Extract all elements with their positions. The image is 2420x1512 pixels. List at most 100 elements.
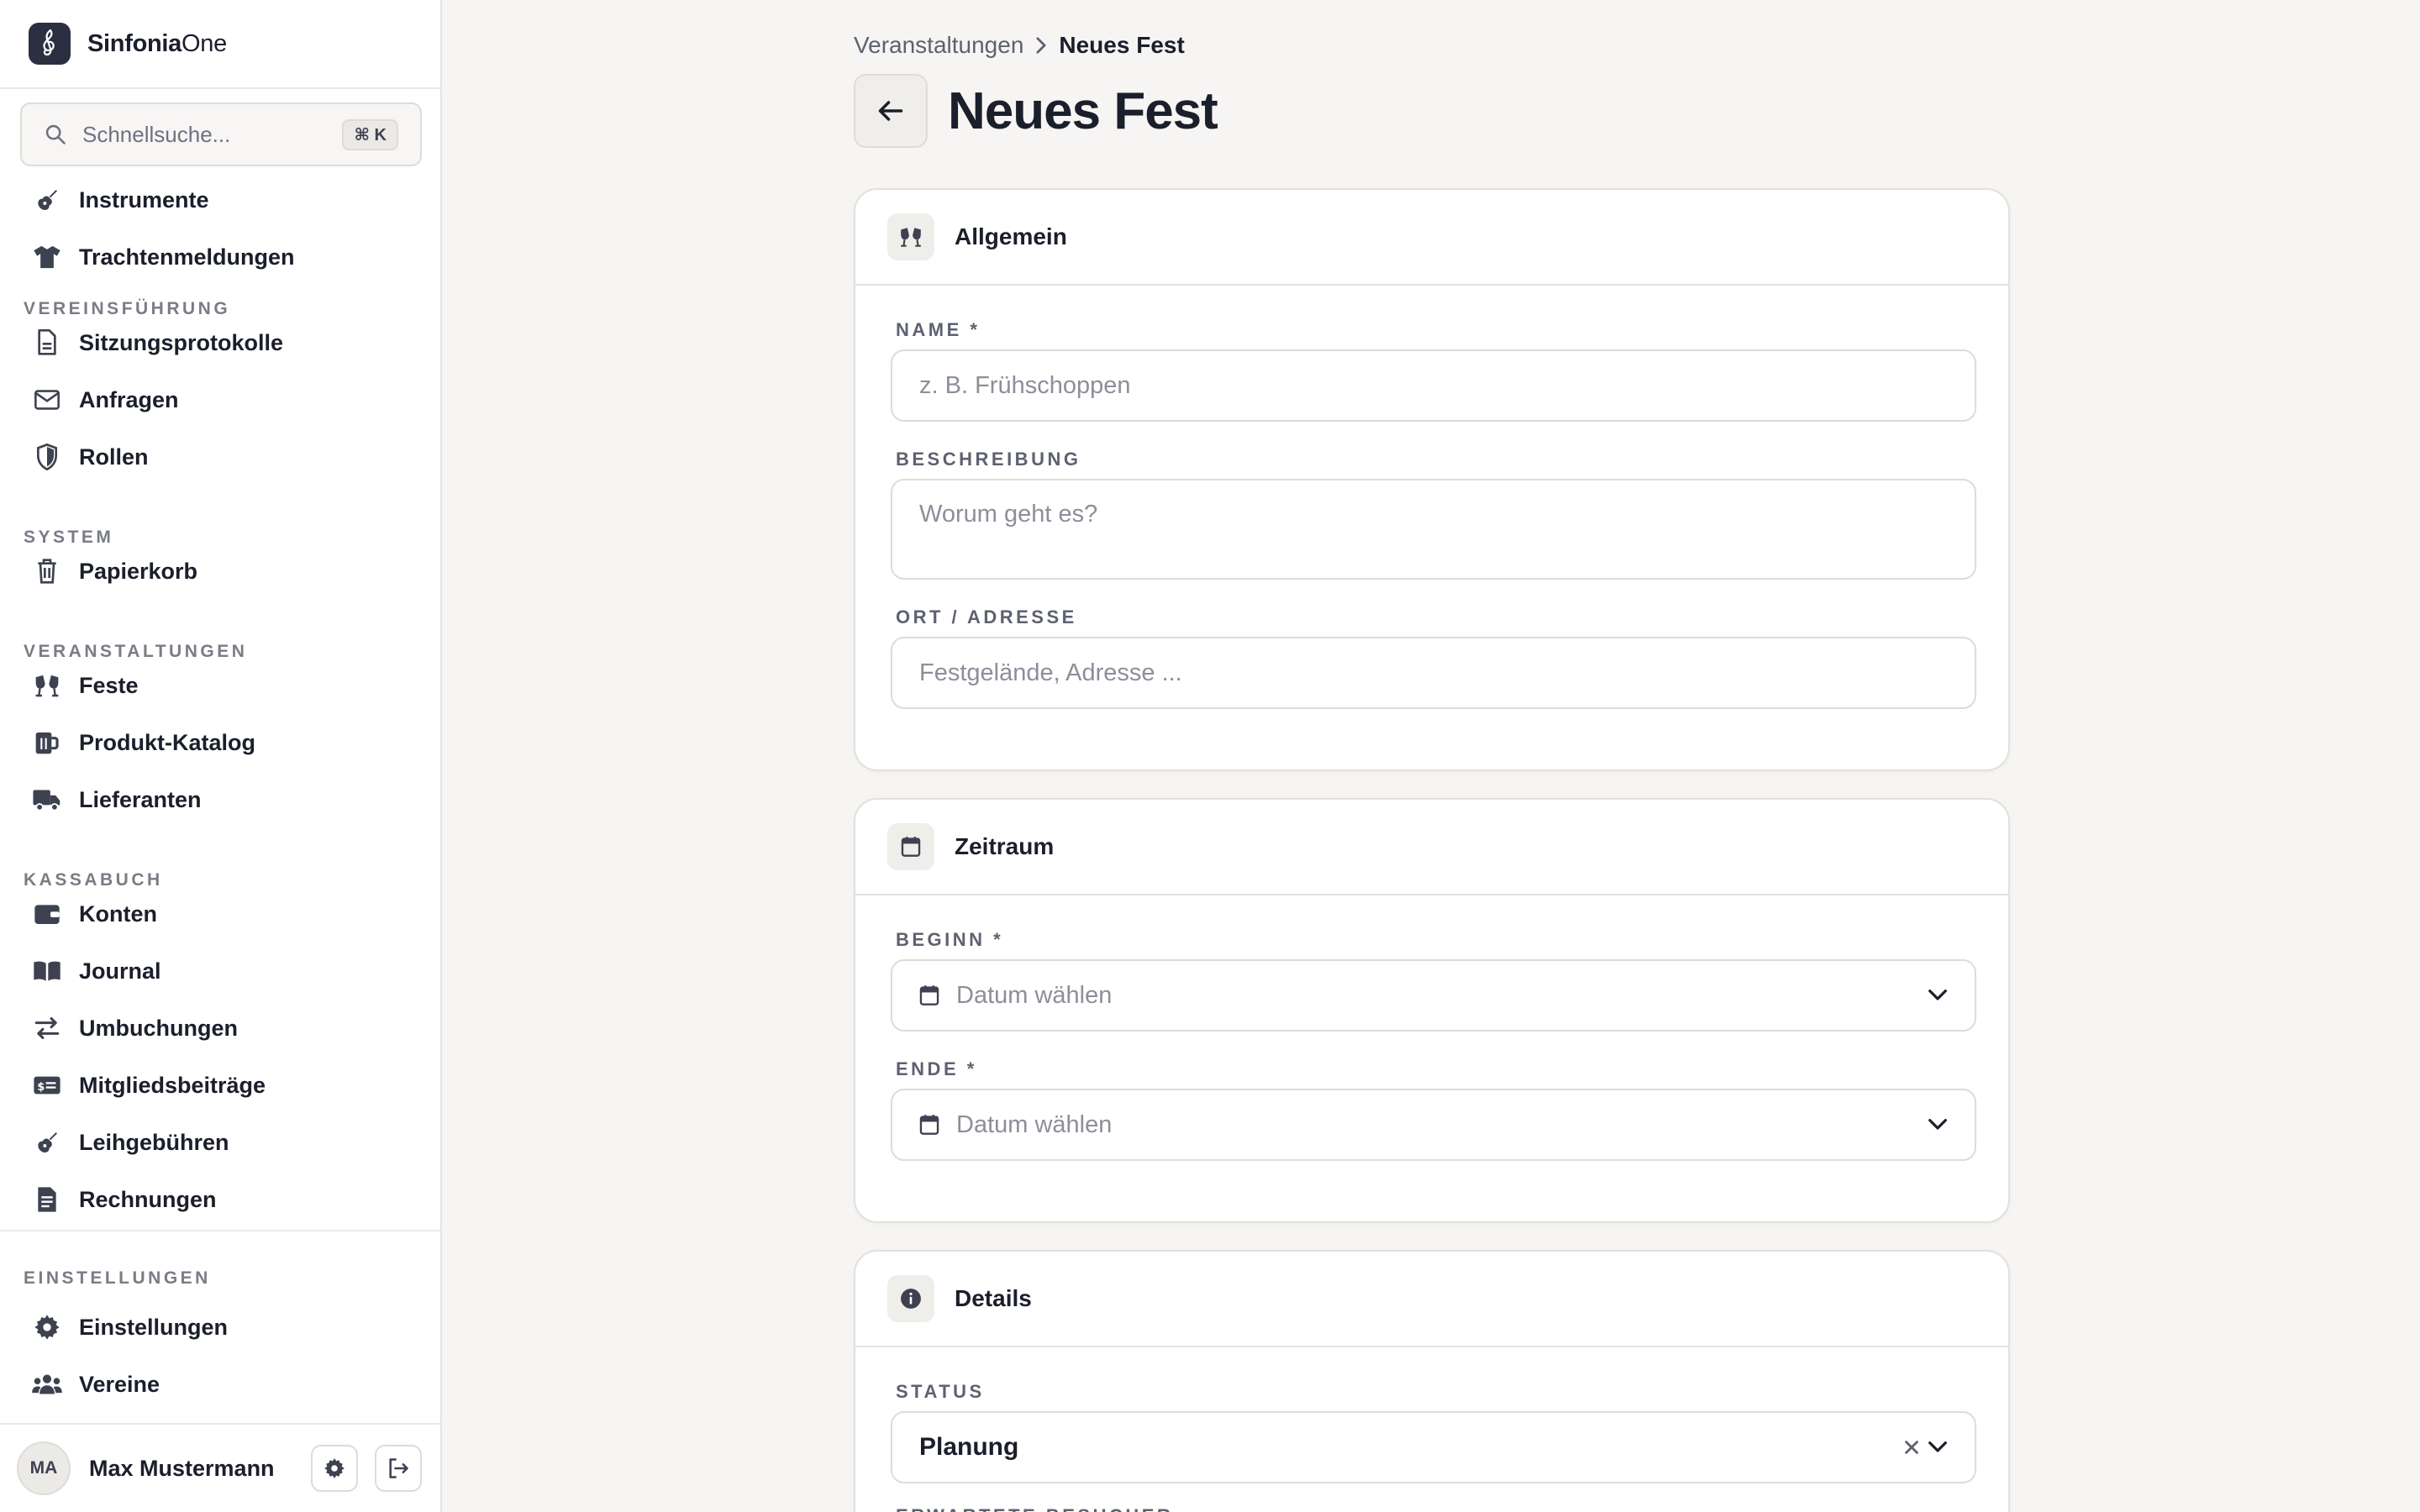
sidebar-item-feste[interactable]: Feste [0, 657, 440, 714]
search-shortcut-badge: ⌘ K [342, 118, 398, 150]
sidebar-item-journal[interactable]: Journal [0, 942, 440, 1000]
calendar-icon [919, 1115, 939, 1135]
sidebar-item-label: Umbuchungen [79, 1015, 238, 1041]
breadcrumb-link-veranstaltungen[interactable]: Veranstaltungen [854, 32, 1023, 59]
start-date-picker[interactable]: Datum wählen [891, 959, 1976, 1032]
book-open-icon [32, 956, 62, 986]
settings-section: EINSTELLUNGEN Einstellungen Vereine [0, 1231, 440, 1423]
truck-icon [32, 785, 62, 815]
logout-icon [389, 1458, 408, 1478]
sidebar-item-lieferanten[interactable]: Lieferanten [0, 771, 440, 828]
document-icon [32, 328, 62, 358]
status-value: Planung [919, 1433, 1019, 1461]
shirt-icon [32, 242, 62, 272]
name-label: NAME * [896, 319, 981, 340]
card-title: Details [955, 1285, 1032, 1311]
section-label-einstellungen: EINSTELLUNGEN [24, 1268, 211, 1288]
guitar-icon [32, 185, 62, 215]
clear-icon[interactable] [1904, 1440, 1919, 1455]
invoice-icon [32, 1184, 62, 1215]
sidebar-item-instrumente[interactable]: Instrumente [0, 171, 440, 228]
beer-mug-icon [32, 727, 62, 758]
arrow-left-icon [878, 101, 903, 121]
end-date-placeholder: Datum wählen [956, 1110, 1113, 1138]
treble-clef-logo-icon [29, 23, 71, 65]
card-general: Allgemein NAME * z. B. Frühschoppen BESC… [854, 188, 2010, 771]
card-header: Allgemein [855, 190, 2008, 286]
sidebar-item-papierkorb[interactable]: Papierkorb [0, 543, 440, 600]
gear-icon [324, 1458, 345, 1478]
expected-visitors-label: ERWARTETE BESUCHER [896, 1505, 1173, 1512]
end-label: ENDE * [896, 1058, 977, 1079]
sidebar-item-label: Feste [79, 672, 139, 698]
money-card-icon: $ [32, 1070, 62, 1100]
svg-text:$: $ [37, 1081, 45, 1094]
sidebar-item-label: Konten [79, 900, 157, 927]
sidebar-item-produkt-katalog[interactable]: Produkt-Katalog [0, 714, 440, 771]
chevron-down-icon [1928, 1119, 1947, 1130]
sidebar-item-konten[interactable]: Konten [0, 885, 440, 942]
sidebar-item-label: Instrumente [79, 186, 209, 213]
shield-icon [32, 442, 62, 472]
mail-icon [32, 385, 62, 415]
sidebar-item-umbuchungen[interactable]: Umbuchungen [0, 1000, 440, 1057]
card-title: Allgemein [955, 223, 1067, 249]
sidebar-item-label: Anfragen [79, 386, 179, 412]
arrows-transfer-icon [32, 1013, 62, 1043]
sidebar-item-label: Sitzungsprotokolle [79, 329, 283, 355]
card-period: Zeitraum BEGINN * Datum wählen ENDE * Da… [854, 798, 2010, 1223]
brand[interactable]: SinfoniaOne [0, 0, 440, 89]
sidebar-nav: Instrumente Trachtenmeldungen VEREINSFÜH… [0, 166, 440, 1230]
card-details: Details STATUS Planung ERWARTETE BESUCHE… [854, 1250, 2010, 1512]
status-select[interactable]: Planung [891, 1411, 1976, 1483]
location-placeholder: Festgelände, Adresse ... [919, 659, 1182, 686]
back-button[interactable] [854, 74, 928, 148]
glasses-cheers-icon [32, 670, 62, 701]
sidebar-item-label: Papierkorb [79, 558, 198, 584]
quick-search-input[interactable]: Schnellsuche... ⌘ K [20, 102, 422, 166]
end-date-picker[interactable]: Datum wählen [891, 1089, 1976, 1161]
search-placeholder: Schnellsuche... [82, 121, 231, 147]
wallet-icon [32, 899, 62, 929]
status-label: STATUS [896, 1381, 985, 1402]
breadcrumb-current: Neues Fest [1059, 32, 1185, 58]
name-input[interactable]: z. B. Frühschoppen [891, 349, 1976, 422]
chevron-right-icon [1034, 36, 1049, 55]
select-controls [1904, 1440, 1948, 1455]
avatar[interactable]: MA [17, 1441, 71, 1495]
sidebar-item-anfragen[interactable]: Anfragen [0, 371, 440, 428]
sidebar-item-label: Rollen [79, 444, 149, 470]
sidebar-item-label: Vereine [79, 1371, 160, 1397]
location-input[interactable]: Festgelände, Adresse ... [891, 637, 1976, 709]
chevron-down-icon [1928, 1441, 1947, 1452]
glasses-cheers-icon [887, 213, 934, 260]
start-date-placeholder: Datum wählen [956, 981, 1113, 1009]
sidebar-item-sitzungsprotokolle[interactable]: Sitzungsprotokolle [0, 314, 440, 371]
sidebar-item-vereine[interactable]: Vereine [0, 1356, 440, 1413]
users-icon [32, 1369, 62, 1399]
user-panel: MA Max Mustermann [0, 1425, 440, 1512]
sidebar-item-einstellungen[interactable]: Einstellungen [0, 1299, 440, 1356]
sidebar-item-label: Leihgebühren [79, 1129, 229, 1155]
sidebar-item-label: Journal [79, 958, 161, 984]
sidebar-item-label: Rechnungen [79, 1186, 217, 1212]
sidebar: SinfoniaOne Schnellsuche... ⌘ K Instrume… [0, 0, 442, 1512]
sidebar-item-rechnungen[interactable]: Rechnungen [0, 1171, 440, 1228]
sidebar-item-leihgebuehren[interactable]: Leihgebühren [0, 1114, 440, 1171]
description-label: BESCHREIBUNG [896, 449, 1081, 470]
calendar-icon [919, 985, 939, 1005]
search-icon [45, 124, 66, 144]
page-title: Neues Fest [948, 82, 1218, 140]
sidebar-item-trachtenmeldungen[interactable]: Trachtenmeldungen [0, 228, 440, 286]
sidebar-item-rollen[interactable]: Rollen [0, 428, 440, 486]
sidebar-item-mitgliedsbeitraege[interactable]: $ Mitgliedsbeiträge [0, 1057, 440, 1114]
card-header: Zeitraum [855, 800, 2008, 895]
card-header: Details [855, 1252, 2008, 1347]
calendar-icon [887, 823, 934, 870]
description-textarea[interactable]: Worum geht es? [891, 479, 1976, 580]
user-settings-button[interactable] [311, 1445, 358, 1492]
logout-button[interactable] [375, 1445, 422, 1492]
sidebar-item-label: Lieferanten [79, 786, 202, 812]
breadcrumb: Veranstaltungen Neues Fest [854, 32, 1185, 59]
gear-icon [32, 1312, 62, 1342]
